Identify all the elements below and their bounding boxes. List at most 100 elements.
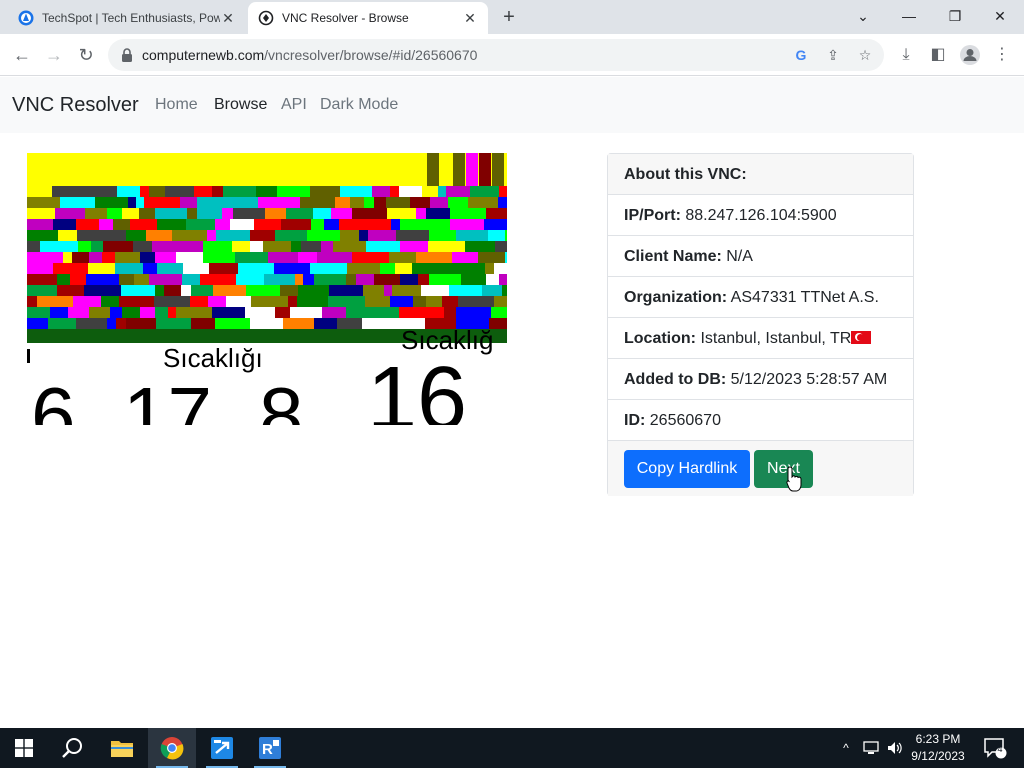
mosaic-block [191,318,215,329]
nav-dark-mode[interactable]: Dark Mode [320,96,398,114]
next-button[interactable]: Next [754,450,813,488]
taskbar-remote-app[interactable] [198,728,246,768]
mosaic-block [264,274,295,285]
site-navbar: VNC Resolver Home Browse API Dark Mode [0,77,1024,133]
mosaic-block [498,197,507,208]
row-value: 26560670 [649,412,721,429]
mosaic-block [89,307,110,318]
download-icon[interactable]: ⤓ [894,43,918,67]
close-tab-icon[interactable]: ✕ [462,10,478,26]
mosaic-block [416,252,452,263]
back-icon[interactable]: ← [10,43,34,67]
row-key: Organization: [624,289,728,306]
menu-kebab-icon[interactable]: ⋮ [990,43,1014,67]
mosaic-block [250,241,263,252]
mosaic-block [168,307,176,318]
mosaic-block [183,263,209,274]
mosaic-block [399,307,431,318]
restore-icon[interactable]: ❐ [941,4,969,28]
google-translate-icon[interactable]: G [792,46,810,64]
mosaic-block [209,263,238,274]
mosaic-block [27,296,37,307]
mosaic-block [250,230,275,241]
info-row-location: Location: Istanbul, Istanbul, TR [608,318,913,359]
start-button[interactable] [0,728,48,768]
mosaic-block [191,285,213,296]
mosaic-block [364,197,374,208]
mosaic-block [165,186,194,197]
mosaic-block [322,307,346,318]
mosaic-block [274,263,310,274]
mosaic-block [499,186,507,197]
mosaic-block [171,241,203,252]
nav-api[interactable]: API [281,96,307,114]
notification-count: 4 [997,744,1003,754]
vnc-screenshot: Sıcaklığı Sıcaklığ 6 17 8 16 [27,153,507,425]
info-row-added-to-db: Added to DB: 5/12/2023 5:28:57 AM [608,359,913,400]
mosaic-block [126,318,156,329]
taskbar-chrome[interactable] [148,728,196,768]
mosaic-block [400,274,418,285]
close-window-icon[interactable]: ✕ [986,4,1014,28]
profile-avatar-icon[interactable] [958,43,982,67]
share-icon[interactable]: ⇪ [824,46,842,64]
mosaic-block [155,208,187,219]
info-row-organization: Organization: AS47331 TTNet A.S. [608,277,913,318]
tab-search-icon[interactable]: ⌄ [849,4,877,28]
notification-center-icon[interactable]: 4 [980,728,1010,768]
mosaic-block [57,285,84,296]
info-row-client-name: Client Name: N/A [608,236,913,277]
taskbar-file-explorer[interactable] [98,728,146,768]
mosaic-block [317,252,352,263]
side-panel-icon[interactable]: ◧ [926,43,950,67]
show-hidden-icons-icon[interactable]: ^ [836,728,856,768]
row-value: 5/12/2023 5:28:57 AM [730,371,888,388]
taskbar-r-app[interactable]: R [246,728,294,768]
mosaic-block [448,197,468,208]
mosaic-block [275,230,307,241]
copy-hardlink-button[interactable]: Copy Hardlink [624,450,750,488]
close-tab-icon[interactable]: ✕ [220,10,236,26]
mosaic-block [505,252,507,263]
mosaic-block [107,208,122,219]
mosaic-block [494,296,507,307]
screenshot-number-3: 8 [259,371,304,425]
mosaic-block [152,241,171,252]
minimize-icon[interactable]: — [895,4,923,28]
mosaic-block [27,318,48,329]
nav-home[interactable]: Home [155,96,198,114]
mosaic-block [461,274,486,285]
mosaic-block [139,208,155,219]
network-icon[interactable] [860,728,882,768]
mosaic-block [187,208,197,219]
mosaic-block [172,230,207,241]
mosaic-block [263,241,291,252]
mosaic-block [53,219,76,230]
taskbar-clock[interactable]: 6:23 PM 9/12/2023 [902,731,974,765]
mosaic-block [27,307,50,318]
reload-icon[interactable]: ↻ [74,43,98,67]
new-tab-button[interactable]: + [498,6,520,28]
r-app-icon: R [259,737,281,759]
mosaic-block [478,252,505,263]
tab-vnc-resolver[interactable]: VNC Resolver - Browse ✕ [248,2,488,34]
mosaic-block [76,219,99,230]
site-brand[interactable]: VNC Resolver [12,94,139,117]
mosaic-block [88,263,115,274]
search-button[interactable] [48,728,96,768]
address-bar[interactable]: computernewb.com/vncresolver/browse/#id/… [108,39,884,71]
mosaic-block [386,197,410,208]
mosaic-block [40,241,50,252]
mosaic-block [140,307,155,318]
mosaic-block [254,219,281,230]
mosaic-block [121,285,155,296]
mosaic-block [277,186,310,197]
mosaic-block [429,274,461,285]
nav-browse[interactable]: Browse [214,96,267,114]
mosaic-block [70,274,86,285]
tab-techspot[interactable]: TechSpot | Tech Enthusiasts, Pow ✕ [8,2,246,34]
mosaic-block [288,296,297,307]
forward-icon[interactable]: → [42,43,66,67]
mosaic-block [482,285,502,296]
bookmark-star-icon[interactable]: ☆ [856,46,874,64]
